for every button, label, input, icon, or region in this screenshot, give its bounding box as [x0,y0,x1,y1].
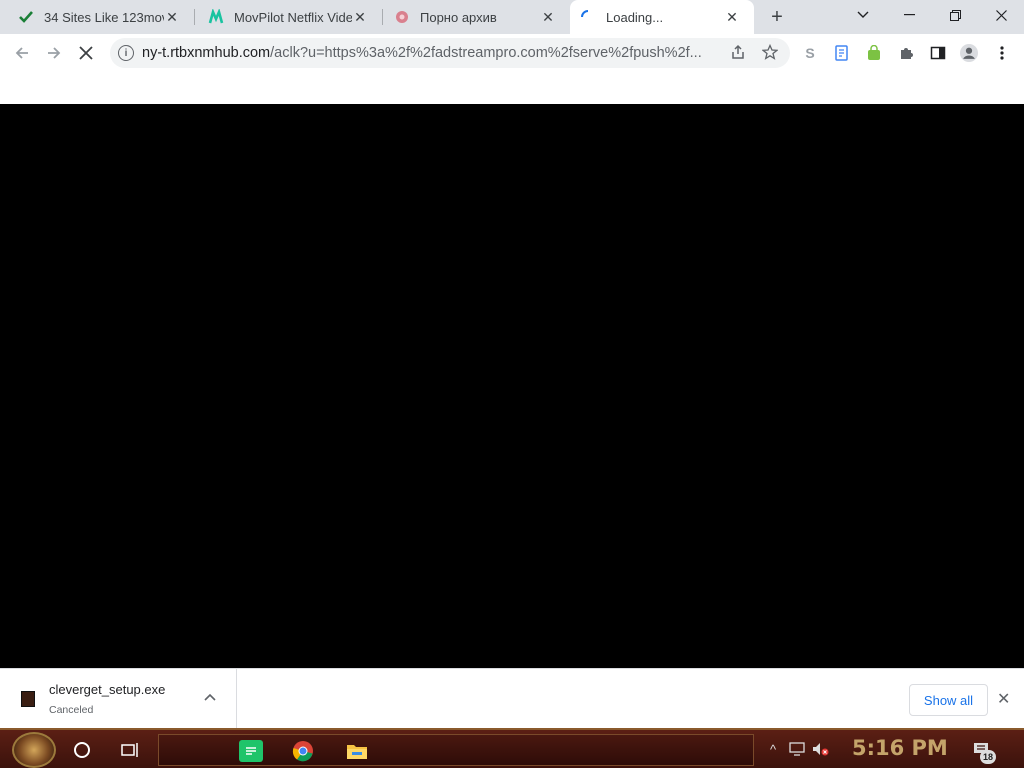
task-view-icon[interactable] [116,736,144,764]
chrome-icon[interactable] [291,740,315,762]
tab-1-close-icon[interactable]: ✕ [164,9,180,25]
search-circle-icon[interactable] [68,736,96,764]
new-tab-icon[interactable]: + [765,6,789,28]
tab-3[interactable]: Порно архив ✕ [382,0,570,34]
download-item[interactable]: cleverget_setup.exe Canceled [0,669,237,729]
tab-4-active[interactable]: Loading... ✕ [570,0,754,34]
notification-badge: 18 [980,750,996,764]
url-path: /aclk?u=https%3a%2f%2fadstreampro.com%2f… [270,45,702,61]
taskbar: ^ 5:16 PM 18 [0,728,1024,768]
tab-2-title: MovPilot Netflix Video [234,9,352,25]
tab-3-title: Порно архив [420,9,497,25]
more-menu-icon[interactable] [993,44,1011,62]
restore-icon[interactable] [932,0,978,30]
tab-4-title: Loading... [606,9,664,25]
start-button[interactable] [12,732,56,768]
share-icon[interactable] [730,44,746,60]
file-explorer-icon[interactable] [345,740,369,762]
back-arrow-icon[interactable] [8,39,36,67]
taskbar-app-area [158,734,754,766]
stop-loading-icon[interactable] [72,39,100,67]
bookmark-star-icon[interactable] [762,44,778,60]
minimize-icon[interactable] [886,0,932,30]
url-text[interactable]: ny-t.rtbxnmhub.com/aclk?u=https%3a%2f%2f… [142,45,722,61]
tab-2-close-icon[interactable]: ✕ [352,9,368,25]
url-host: ny-t.rtbxnmhub.com [142,45,271,61]
tab-search-chevron-icon[interactable] [840,0,886,30]
loading-spinner-icon [580,9,596,25]
close-download-bar-icon[interactable]: ✕ [997,689,1010,709]
checkmark-icon [18,9,34,25]
notes-extension-icon[interactable] [833,44,851,62]
clock[interactable]: 5:16 PM [852,736,948,760]
profile-avatar-icon[interactable] [960,44,978,62]
download-status: Canceled [49,704,94,716]
muted-volume-icon[interactable] [812,741,830,757]
chevron-up-icon[interactable] [204,689,216,704]
network-icon[interactable] [788,741,806,757]
notes-app-icon[interactable] [239,740,263,762]
page-top-area [0,72,1024,104]
close-window-icon[interactable] [978,0,1024,30]
shopping-bag-extension-icon[interactable] [865,44,883,62]
tab-3-close-icon[interactable]: ✕ [540,9,556,25]
forward-arrow-icon[interactable] [40,39,68,67]
tab-1[interactable]: 34 Sites Like 123movies ✕ [0,0,194,34]
tray-expand-icon[interactable]: ^ [764,741,782,757]
address-bar[interactable]: i ny-t.rtbxnmhub.com/aclk?u=https%3a%2f%… [110,38,790,68]
download-filename: cleverget_setup.exe [49,682,166,697]
exe-file-icon [21,691,35,707]
show-all-button[interactable]: Show all [909,684,988,716]
tab-1-title: 34 Sites Like 123movies [44,9,164,25]
s-extension-icon[interactable]: S [801,44,819,62]
side-panel-icon[interactable] [929,44,947,62]
pink-flower-icon [394,9,410,25]
tab-2[interactable]: MovPilot Netflix Video ✕ [194,0,382,34]
tab-4-close-icon[interactable]: ✕ [724,9,740,25]
tab-strip: 34 Sites Like 123movies ✕ MovPilot Netfl… [0,0,1024,34]
page-content [0,104,1024,668]
browser-toolbar: i ny-t.rtbxnmhub.com/aclk?u=https%3a%2f%… [0,34,1024,72]
download-bar: cleverget_setup.exe Canceled Show all ✕ [0,668,1024,729]
puzzle-extensions-icon[interactable] [897,44,915,62]
movpilot-m-icon [208,9,224,25]
site-info-icon[interactable]: i [118,45,134,61]
